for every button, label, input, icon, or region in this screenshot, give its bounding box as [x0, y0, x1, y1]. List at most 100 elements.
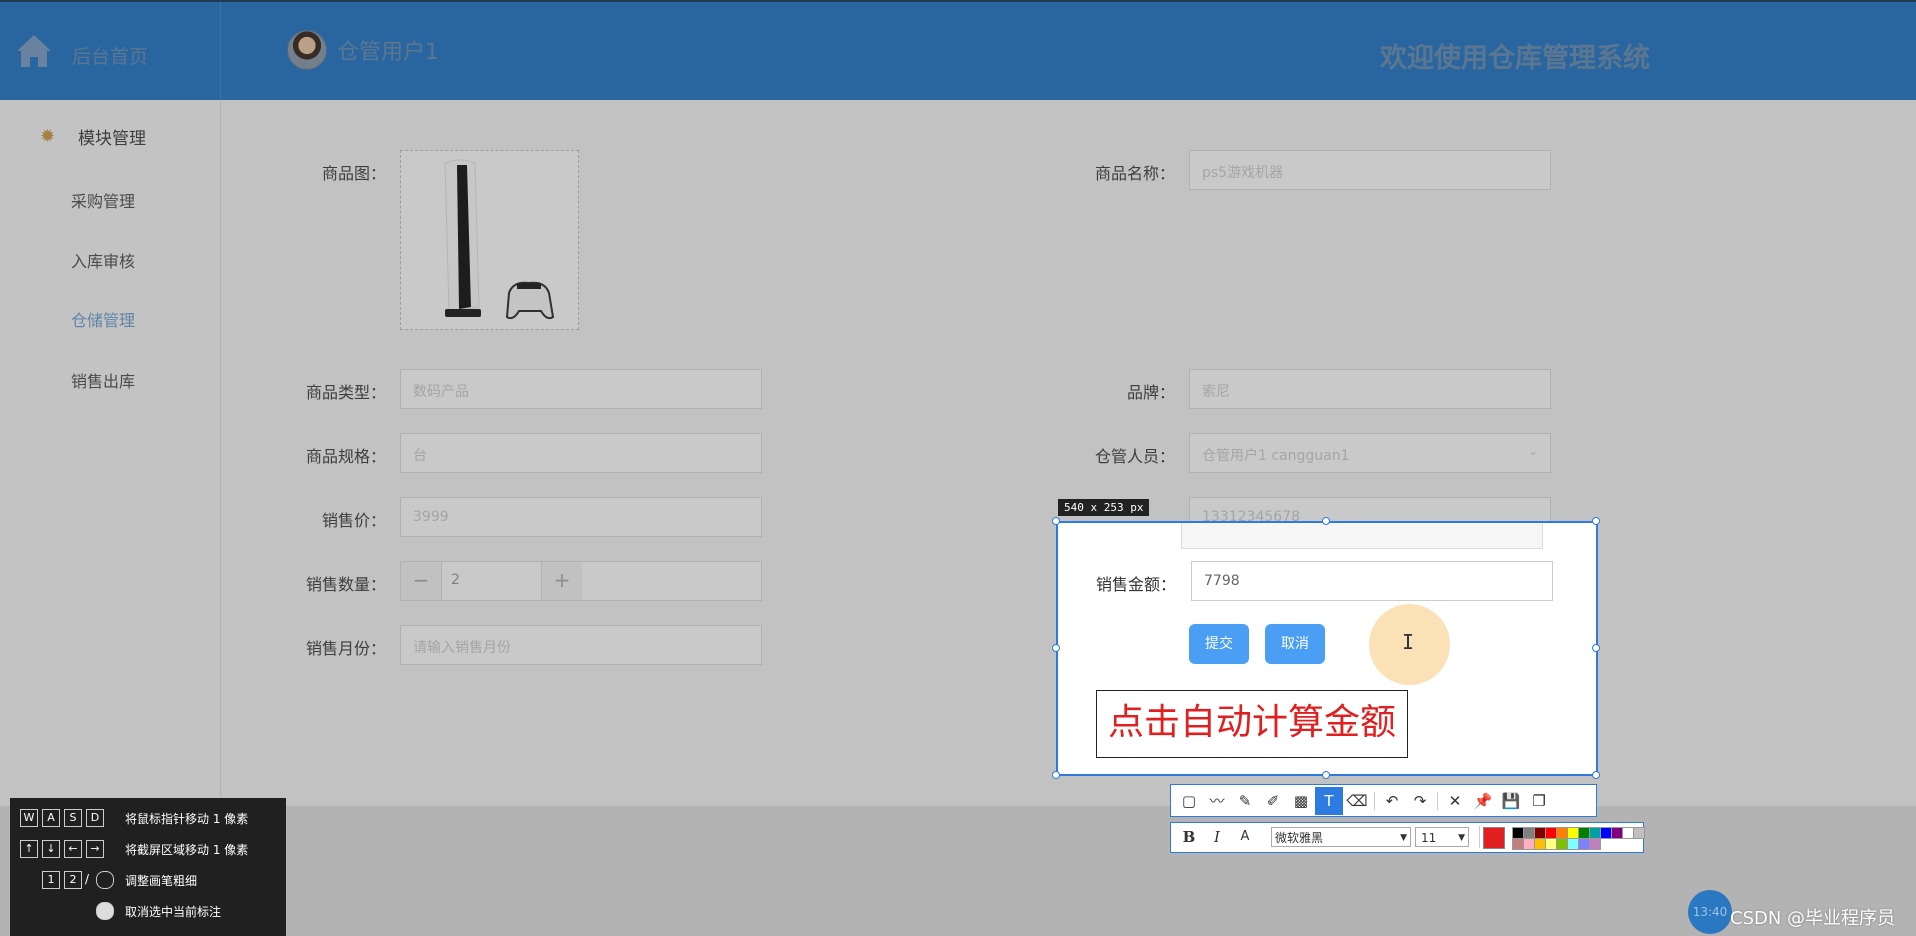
color-swatch[interactable]	[1556, 838, 1568, 850]
mosaic-icon[interactable]: ▩	[1287, 787, 1315, 815]
key-left: ←	[64, 840, 82, 858]
close-icon[interactable]: ✕	[1441, 787, 1469, 815]
outline-text-icon[interactable]: A	[1231, 823, 1259, 851]
pen-icon[interactable]: ✎	[1231, 787, 1259, 815]
key-a: A	[42, 809, 60, 827]
color-swatch[interactable]	[1523, 827, 1535, 839]
sale-month-input[interactable]: 请输入销售月份	[400, 625, 762, 665]
product-image-upload[interactable]	[400, 150, 579, 330]
clock-badge: 13:40	[1688, 890, 1732, 934]
eraser-icon[interactable]: ⌫	[1343, 787, 1371, 815]
quantity-stepper[interactable]: − 2 +	[400, 561, 762, 601]
sale-price-input[interactable]: 3999	[400, 497, 762, 537]
color-swatch[interactable]	[1534, 827, 1546, 839]
undo-icon[interactable]: ↶	[1378, 787, 1406, 815]
text-format-toolbar: B I A 微软雅黑 ▼ 11 ▼	[1170, 822, 1645, 853]
annotation-text[interactable]: 点击自动计算金额	[1096, 690, 1408, 758]
sidebar-item-purchase[interactable]: 采购管理	[0, 188, 206, 212]
color-swatch[interactable]	[1545, 827, 1557, 839]
font-family-value: 微软雅黑	[1275, 831, 1324, 845]
sidebar: ✹ 模块管理 采购管理 入库审核 仓储管理 销售出库	[0, 100, 221, 806]
avatar[interactable]	[287, 30, 327, 70]
color-swatch[interactable]	[1556, 827, 1568, 839]
home-link[interactable]: 后台首页	[0, 2, 221, 102]
resize-handle-e[interactable]	[1592, 644, 1600, 652]
brand-input[interactable]: 索尼	[1189, 369, 1551, 409]
current-color-swatch[interactable]	[1483, 827, 1505, 849]
phone-input-clipped	[1181, 523, 1543, 549]
product-spec-input[interactable]: 台	[400, 433, 762, 473]
highlighter-icon[interactable]: ✐	[1259, 787, 1287, 815]
sale-qty-label: 销售数量：	[305, 575, 386, 594]
color-swatch[interactable]	[1611, 827, 1623, 839]
color-swatch[interactable]	[1578, 838, 1590, 850]
polyline-icon[interactable]: 〰	[1203, 787, 1231, 815]
cancel-button[interactable]: 取消	[1265, 624, 1325, 664]
color-swatch[interactable]	[1578, 827, 1590, 839]
italic-icon[interactable]: I	[1203, 823, 1231, 851]
toolbar-divider	[1479, 826, 1480, 848]
qty-increase-button[interactable]: +	[541, 562, 582, 600]
brand-label: 品牌：	[1126, 383, 1175, 402]
key-d: D	[86, 809, 104, 827]
resize-handle-se[interactable]	[1592, 771, 1600, 779]
mouse-icon	[96, 871, 114, 889]
product-name-label: 商品名称：	[1094, 164, 1175, 183]
resize-handle-ne[interactable]	[1592, 517, 1600, 525]
keeper-select[interactable]: 仓管用户1 cangguan1 ⌄	[1189, 433, 1551, 473]
color-swatch[interactable]	[1567, 838, 1579, 850]
resize-handle-n[interactable]	[1322, 517, 1330, 525]
text-cursor-icon: I	[1402, 630, 1415, 654]
color-swatch[interactable]	[1622, 827, 1634, 839]
resize-handle-nw[interactable]	[1052, 517, 1060, 525]
sidebar-item-storage[interactable]: 仓储管理	[0, 307, 206, 331]
product-image-label: 商品图：	[321, 164, 386, 183]
chevron-down-icon: ▼	[1458, 833, 1465, 843]
rect-icon[interactable]: ▢	[1175, 787, 1203, 815]
qty-value[interactable]: 2	[451, 572, 460, 588]
font-family-select[interactable]: 微软雅黑 ▼	[1271, 827, 1411, 847]
sale-amount-input[interactable]: 7798	[1191, 561, 1553, 601]
color-swatch[interactable]	[1512, 838, 1524, 850]
product-type-input[interactable]: 数码产品	[400, 369, 762, 409]
qty-decrease-button[interactable]: −	[401, 562, 442, 600]
color-swatch[interactable]	[1633, 827, 1645, 839]
resize-handle-w[interactable]	[1052, 644, 1060, 652]
hint-text: 调整画笔粗细	[125, 874, 198, 888]
color-swatch[interactable]	[1545, 838, 1557, 850]
keeper-label: 仓管人员：	[1094, 447, 1175, 466]
key-w: W	[20, 809, 38, 827]
home-icon	[17, 35, 51, 67]
resize-handle-s[interactable]	[1322, 771, 1330, 779]
key-s: S	[64, 809, 82, 827]
sidebar-item-sales-outbound[interactable]: 销售出库	[0, 368, 206, 392]
product-name-input[interactable]: ps5游戏机器	[1189, 150, 1551, 190]
key-up: ↑	[20, 840, 38, 858]
color-swatch[interactable]	[1534, 838, 1546, 850]
font-size-select[interactable]: 11 ▼	[1415, 827, 1469, 847]
toolbar-divider	[1374, 791, 1375, 810]
resize-handle-sw[interactable]	[1052, 771, 1060, 779]
key-2: 2	[64, 871, 82, 889]
color-swatch[interactable]	[1600, 827, 1612, 839]
sidebar-header: ✹ 模块管理	[40, 124, 146, 149]
redo-icon[interactable]: ↷	[1406, 787, 1434, 815]
hint-text: 将截屏区域移动 1 像素	[125, 843, 249, 857]
pin-icon[interactable]: 📌	[1469, 787, 1497, 815]
copy-icon[interactable]: ❐	[1525, 787, 1553, 815]
color-swatch[interactable]	[1589, 827, 1601, 839]
bold-icon[interactable]: B	[1175, 823, 1203, 851]
gear-icon: ✹	[40, 125, 56, 147]
color-swatch[interactable]	[1512, 827, 1524, 839]
user-info[interactable]: 仓管用户1	[287, 30, 439, 70]
save-icon[interactable]: 💾	[1497, 787, 1525, 815]
color-swatch[interactable]	[1523, 838, 1535, 850]
hint-row: ↑ ↓ ← → 将截屏区域移动 1 像素	[10, 838, 286, 860]
hint-text: 取消选中当前标注	[125, 905, 222, 919]
color-swatch[interactable]	[1567, 827, 1579, 839]
product-spec-label: 商品规格：	[305, 447, 386, 466]
color-swatch[interactable]	[1589, 838, 1601, 850]
submit-button[interactable]: 提交	[1189, 624, 1249, 664]
sidebar-item-inbound-review[interactable]: 入库审核	[0, 248, 206, 272]
text-icon[interactable]: T	[1315, 786, 1343, 815]
